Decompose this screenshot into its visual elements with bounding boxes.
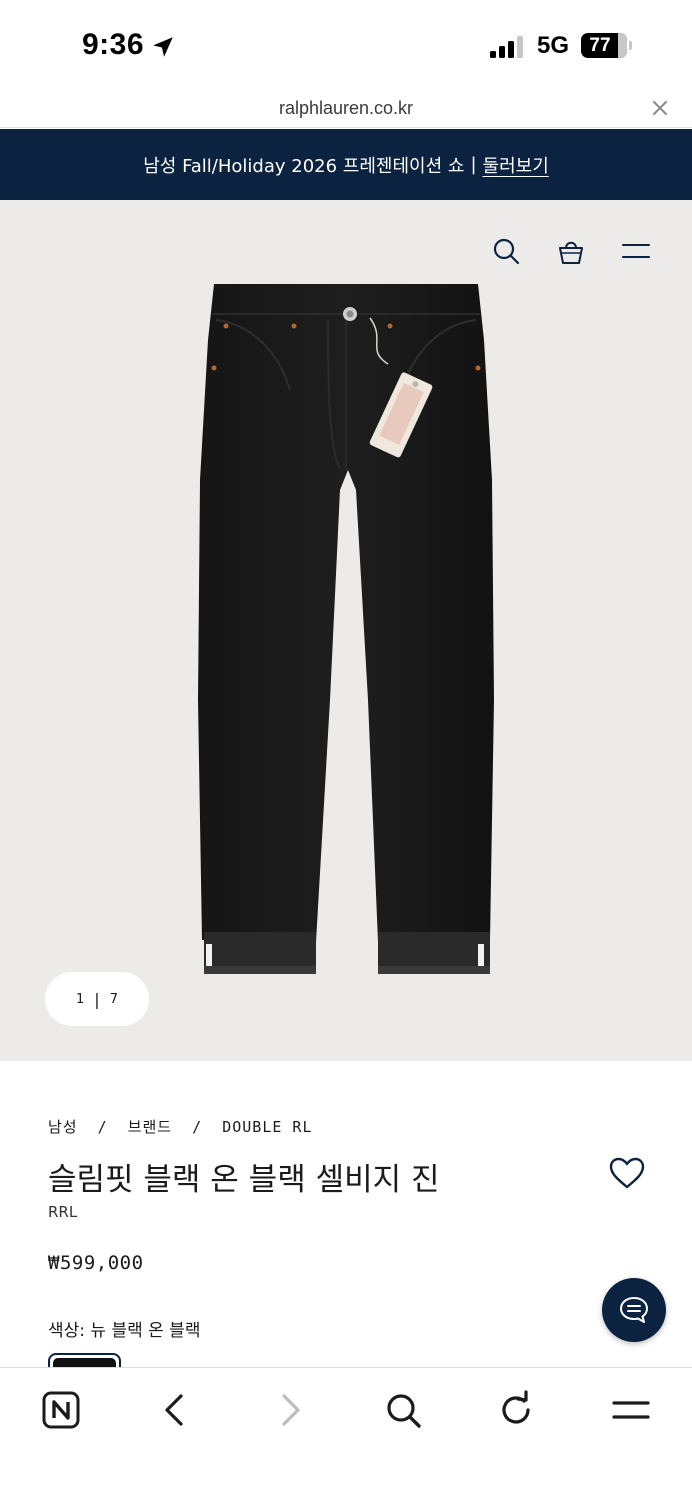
naver-logo-icon[interactable] xyxy=(41,1390,81,1430)
cellular-signal-icon xyxy=(490,36,523,58)
chat-button[interactable] xyxy=(602,1278,666,1342)
url-bar[interactable]: ralphlauren.co.kr xyxy=(0,92,692,128)
product-gallery[interactable]: 1 | 7 xyxy=(0,200,692,1061)
refresh-icon[interactable] xyxy=(497,1390,537,1430)
pager-total: 7 xyxy=(109,991,118,1007)
promo-text: 남성 Fall/Holiday 2026 프레젠테이션 쇼 xyxy=(143,155,465,177)
promo-separator: | xyxy=(470,154,477,175)
search-icon[interactable] xyxy=(491,236,521,266)
menu-icon[interactable] xyxy=(621,236,651,266)
search-icon[interactable] xyxy=(383,1390,423,1430)
chat-icon xyxy=(620,1297,648,1323)
status-time: 9:36 xyxy=(82,28,145,61)
battery-level: 77 xyxy=(589,35,611,56)
close-icon[interactable] xyxy=(650,98,670,118)
network-type: 5G xyxy=(537,32,570,59)
brand-label: RRL xyxy=(48,1203,78,1221)
gallery-pager: 1 | 7 xyxy=(45,972,149,1026)
product-image-jeans[interactable] xyxy=(190,280,510,985)
heart-icon[interactable] xyxy=(608,1156,646,1190)
location-arrow-icon xyxy=(153,37,173,57)
shopping-bag-icon[interactable] xyxy=(556,237,586,267)
color-label: 색상: 뉴 블랙 온 블랙 xyxy=(48,1321,201,1341)
promo-banner: 남성 Fall/Holiday 2026 프레젠테이션 쇼 | 둘러보기 xyxy=(0,129,692,200)
battery-icon: 77 xyxy=(581,33,627,58)
battery-cap xyxy=(629,41,632,50)
forward-icon[interactable] xyxy=(270,1390,310,1430)
status-bar: 9:36 5G 77 xyxy=(0,0,692,92)
menu-icon[interactable] xyxy=(611,1390,651,1430)
url-text[interactable]: ralphlauren.co.kr xyxy=(0,98,692,119)
breadcrumb-item[interactable]: 남성 xyxy=(48,1118,78,1136)
product-title: 슬림핏 블랙 온 블랙 셀비지 진 xyxy=(48,1162,440,1198)
pager-current: 1 xyxy=(76,991,85,1007)
browser-toolbar xyxy=(0,1367,692,1500)
back-icon[interactable] xyxy=(155,1390,195,1430)
breadcrumb-separator: / xyxy=(192,1118,203,1136)
breadcrumb: 남성 / 브랜드 / DOUBLE RL xyxy=(48,1116,312,1137)
breadcrumb-item[interactable]: DOUBLE RL xyxy=(222,1118,312,1136)
pager-separator: | xyxy=(94,989,100,1009)
breadcrumb-separator: / xyxy=(97,1118,108,1136)
promo-link[interactable]: 둘러보기 xyxy=(483,152,549,178)
product-price: ₩599,000 xyxy=(48,1252,144,1274)
breadcrumb-item[interactable]: 브랜드 xyxy=(128,1118,172,1136)
